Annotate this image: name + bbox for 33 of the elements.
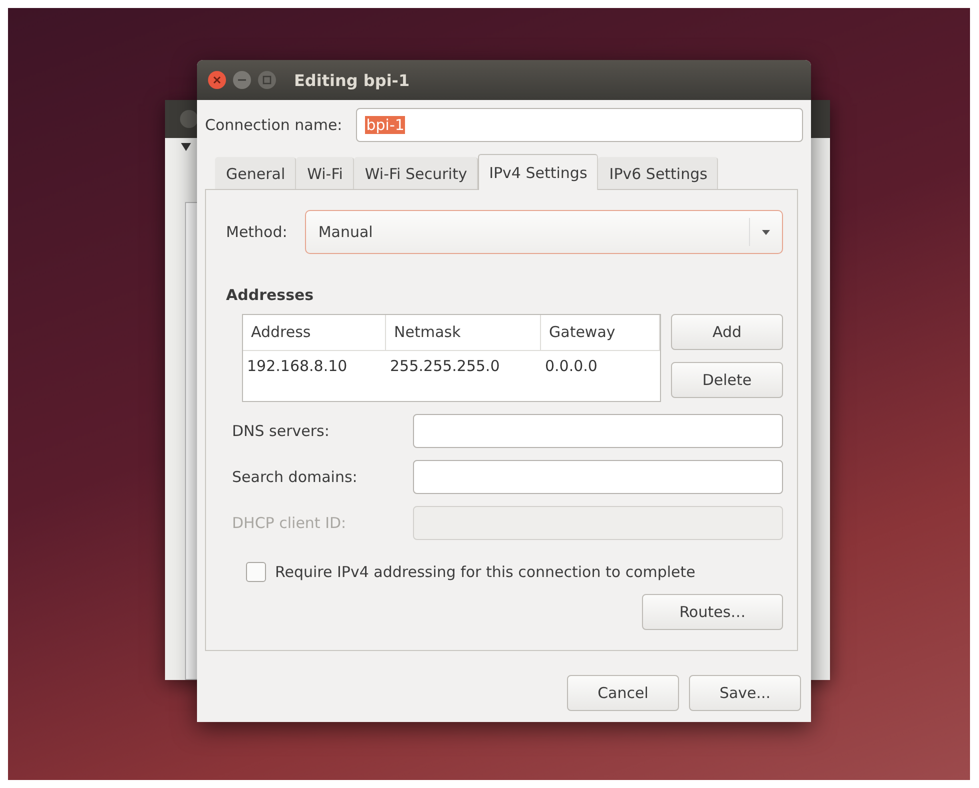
delete-button[interactable]: Delete <box>671 362 783 398</box>
tab[interactable]: IPv4 Settings <box>478 154 598 190</box>
column-header[interactable]: Gateway <box>541 315 660 351</box>
maximize-icon[interactable] <box>257 70 277 90</box>
minimize-icon[interactable] <box>232 70 252 90</box>
method-label: Method: <box>226 223 288 241</box>
input-field[interactable] <box>413 414 783 448</box>
table-cell-text: 192.168.8.10 <box>246 356 348 377</box>
column-header[interactable]: Address <box>243 315 386 351</box>
field-label: DNS servers: <box>232 422 330 440</box>
add-button[interactable]: Add <box>671 314 783 350</box>
save-button[interactable]: Save... <box>689 675 801 711</box>
checkbox[interactable] <box>246 562 266 582</box>
method-dropdown[interactable]: Manual <box>305 210 783 254</box>
field-value: bpi-1 <box>365 116 406 134</box>
table-cell-text: 255.255.255.0 <box>389 356 501 377</box>
table-cell-text: 0.0.0.0 <box>544 356 598 377</box>
routes-button[interactable]: Routes… <box>642 594 783 630</box>
section-heading: Addresses <box>226 286 315 304</box>
window-title: Editing bpi-1 <box>294 70 410 90</box>
input-field[interactable] <box>413 460 783 494</box>
tab[interactable]: General <box>215 157 296 189</box>
close-icon[interactable] <box>179 109 199 130</box>
checkbox-label: Require IPv4 addressing for this connection to complete <box>275 563 696 581</box>
cancel-button[interactable]: Cancel <box>567 675 679 711</box>
field-label: DHCP client ID: <box>232 514 348 532</box>
tab[interactable]: Wi-Fi Security <box>354 157 478 189</box>
tab[interactable]: Wi-Fi <box>296 157 354 189</box>
field-label: Search domains: <box>232 468 358 486</box>
expander-icon[interactable] <box>181 143 191 152</box>
field-label: Connection name: <box>205 116 342 134</box>
tab[interactable]: IPv6 Settings <box>598 157 718 189</box>
column-header[interactable]: Netmask <box>386 315 541 351</box>
